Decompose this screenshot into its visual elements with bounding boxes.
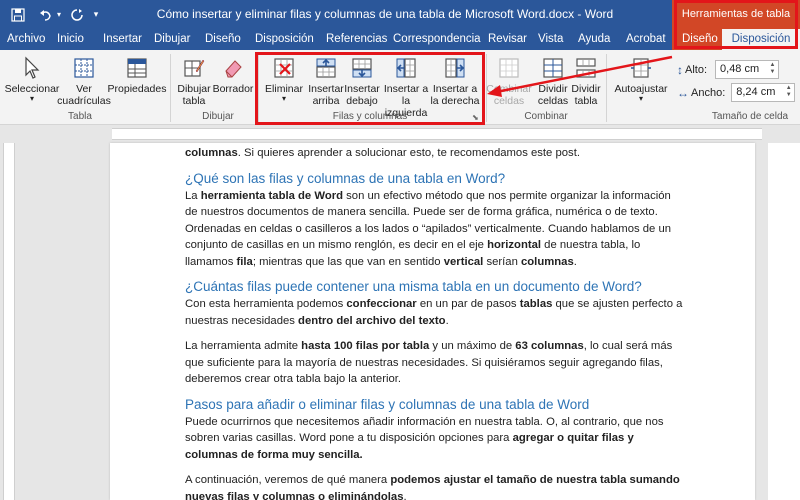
annotation-arrow xyxy=(487,55,673,97)
